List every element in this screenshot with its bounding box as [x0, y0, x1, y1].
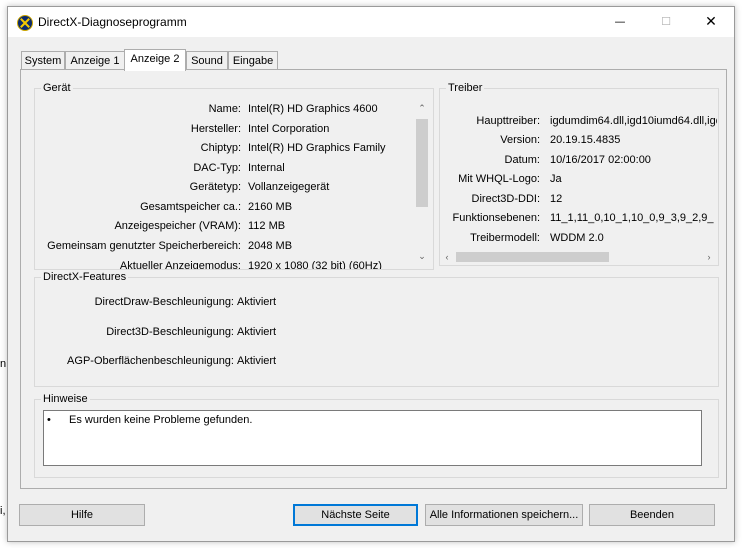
- background-text-fragment: i,: [0, 505, 6, 517]
- device-value-shared-memory: 2048 MB: [248, 240, 293, 252]
- device-value-vram: 112 MB: [248, 220, 286, 232]
- device-value-name: Intel(R) HD Graphics 4600: [248, 103, 378, 115]
- device-key-total-memory: Gesamtspeicher ca.:: [140, 201, 241, 213]
- device-key-devicetype: Gerätetyp:: [189, 181, 241, 193]
- notes-group-label: Hinweise: [41, 392, 90, 406]
- window-title: DirectX-Diagnoseprogramm: [38, 15, 187, 29]
- driver-key-main: Haupttreiber:: [476, 115, 540, 127]
- maximize-button[interactable]: ☐: [643, 7, 689, 37]
- driver-value-version: 20.19.15.4835: [550, 134, 621, 146]
- driver-value-ddi: 12: [550, 193, 563, 205]
- device-key-name: Name:: [208, 103, 241, 115]
- driver-key-model: Treibermodell:: [470, 232, 540, 244]
- scroll-up-icon[interactable]: ⌃: [414, 101, 430, 115]
- driver-value-feature-levels: 11_1,11_0,10_1,10_0,9_3,9_2,9_: [550, 212, 714, 224]
- feature-key-directdraw: DirectDraw-Beschleunigung:: [94, 296, 234, 308]
- scroll-down-icon[interactable]: ⌄: [414, 249, 430, 263]
- device-list: Name: Intel(R) HD Graphics 4600 Herstell…: [35, 89, 415, 269]
- title-bar[interactable]: DirectX-Diagnoseprogramm — ☐ ✕: [8, 7, 734, 37]
- driver-list: Haupttreiber: igdumdim64.dll,igd10iumd64…: [440, 89, 717, 251]
- device-scrollbar[interactable]: ⌃ ⌄: [414, 101, 430, 265]
- driver-value-main: igdumdim64.dll,igd10iumd64.dll,igd: [550, 115, 717, 127]
- exit-button[interactable]: Beenden: [589, 504, 715, 526]
- driver-value-model: WDDM 2.0: [550, 232, 604, 244]
- device-key-shared-memory: Gemeinsam genutzter Speicherbereich:: [47, 240, 241, 252]
- device-value-dac: Internal: [248, 162, 285, 174]
- driver-key-date: Datum:: [504, 154, 540, 166]
- device-value-display-mode: 1920 x 1080 (32 bit) (60Hz): [248, 260, 382, 269]
- next-page-button[interactable]: Nächste Seite: [293, 504, 418, 526]
- device-key-vram: Anzeigespeicher (VRAM):: [114, 220, 241, 232]
- directx-app-icon: [17, 15, 33, 31]
- driver-value-date: 10/16/2017 02:00:00: [550, 154, 651, 166]
- bullet-icon: •: [47, 414, 51, 426]
- hscroll-thumb[interactable]: [456, 252, 609, 262]
- background-text-fragment: n: [0, 358, 7, 370]
- feature-value-direct3d: Aktiviert: [237, 326, 277, 338]
- device-key-display-mode: Aktueller Anzeigemodus:: [119, 260, 241, 269]
- scroll-right-icon[interactable]: ›: [702, 250, 716, 264]
- driver-key-version: Version:: [500, 134, 540, 146]
- tab-anzeige-1[interactable]: Anzeige 1: [65, 51, 125, 70]
- device-key-manufacturer: Hersteller:: [190, 123, 241, 135]
- close-button[interactable]: ✕: [688, 7, 734, 37]
- device-key-chiptype: Chiptyp:: [200, 142, 241, 154]
- dxdiag-window: DirectX-Diagnoseprogramm — ☐ ✕ System An…: [7, 6, 735, 542]
- tab-page: Gerät Name: Intel(R) HD Graphics 4600 He…: [20, 69, 727, 489]
- save-all-button[interactable]: Alle Informationen speichern...: [425, 504, 583, 526]
- tab-sound[interactable]: Sound: [186, 51, 228, 70]
- device-key-dac: DAC-Typ:: [193, 162, 241, 174]
- minimize-button[interactable]: —: [597, 7, 643, 37]
- help-button[interactable]: Hilfe: [19, 504, 145, 526]
- feature-key-agp: AGP-Oberflächenbeschleunigung:: [67, 355, 234, 367]
- driver-key-ddi: Direct3D-DDI:: [471, 193, 540, 205]
- scroll-left-icon[interactable]: ‹: [440, 250, 454, 264]
- device-value-chiptype: Intel(R) HD Graphics Family: [248, 142, 386, 154]
- tab-system[interactable]: System: [21, 51, 65, 70]
- features-group-label: DirectX-Features: [41, 270, 129, 284]
- device-group: Gerät Name: Intel(R) HD Graphics 4600 He…: [34, 81, 434, 270]
- driver-hscrollbar[interactable]: ‹ ›: [440, 250, 717, 264]
- notes-box[interactable]: • Es wurden keine Probleme gefunden.: [43, 410, 702, 466]
- feature-value-agp: Aktiviert: [237, 355, 277, 367]
- feature-value-directdraw: Aktiviert: [237, 296, 277, 308]
- scroll-thumb[interactable]: [416, 119, 428, 207]
- notes-item: Es wurden keine Probleme gefunden.: [69, 414, 253, 426]
- driver-group: Treiber Haupttreiber: igdumdim64.dll,igd…: [439, 81, 719, 266]
- device-value-total-memory: 2160 MB: [248, 201, 293, 213]
- driver-key-whql: Mit WHQL-Logo:: [458, 173, 540, 185]
- tab-anzeige-2[interactable]: Anzeige 2: [124, 49, 186, 71]
- device-value-manufacturer: Intel Corporation: [248, 123, 330, 135]
- feature-key-direct3d: Direct3D-Beschleunigung:: [106, 326, 234, 338]
- features-group: DirectX-Features DirectDraw-Beschleunigu…: [34, 270, 719, 387]
- device-value-devicetype: Vollanzeigegerät: [248, 181, 330, 193]
- driver-value-whql: Ja: [550, 173, 562, 185]
- notes-group: Hinweise • Es wurden keine Probleme gefu…: [34, 392, 719, 478]
- driver-key-feature-levels: Funktionsebenen:: [452, 212, 540, 224]
- tab-eingabe[interactable]: Eingabe: [228, 51, 278, 70]
